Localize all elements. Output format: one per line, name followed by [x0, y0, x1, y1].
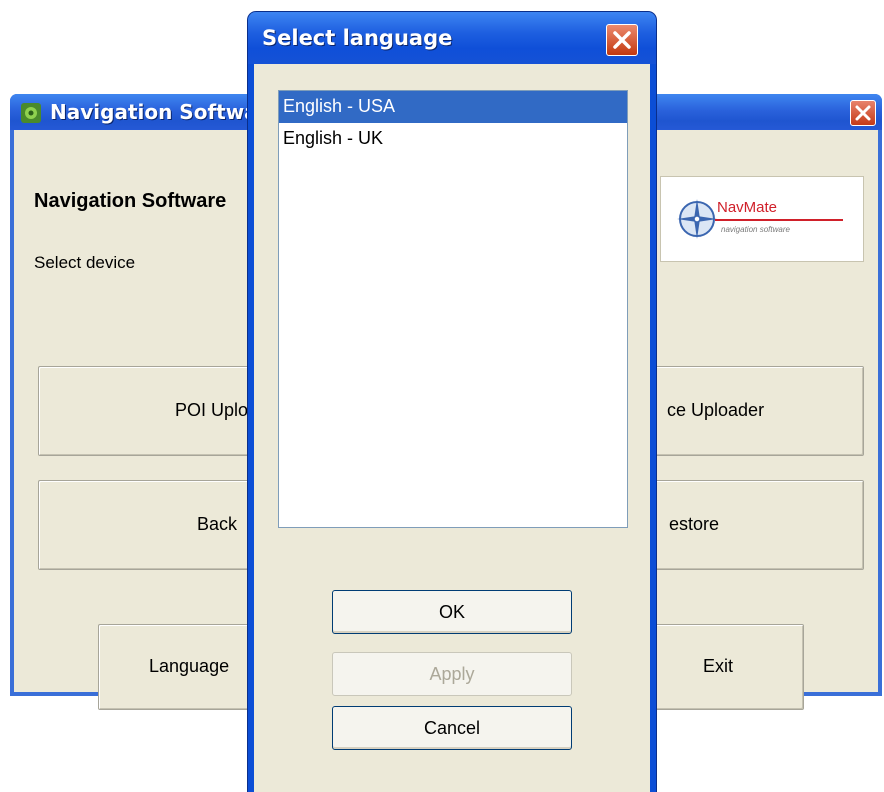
poi-uploader-label-left: POI Uplo — [175, 400, 249, 420]
main-window-title: Navigation Software — [50, 100, 282, 124]
exit-button-label: Exit — [703, 656, 734, 676]
poi-uploader-label-right: ce Uploader — [667, 400, 765, 420]
language-button-label: Language — [149, 656, 230, 676]
logo-tagline: navigation software — [721, 225, 790, 234]
restore-label-right: estore — [669, 514, 720, 534]
language-list[interactable]: English - USA English - UK — [278, 90, 628, 528]
dialog-client-area: English - USA English - UK OK Apply Canc… — [254, 64, 650, 792]
close-icon — [613, 31, 631, 49]
navmate-logo: NavMate navigation software — [660, 176, 864, 262]
ok-button[interactable]: OK — [332, 590, 572, 634]
app-heading: Navigation Software — [34, 190, 227, 212]
apply-button[interactable]: Apply — [332, 652, 572, 696]
language-option-english-uk[interactable]: English - UK — [279, 123, 627, 155]
cancel-button[interactable]: Cancel — [332, 706, 572, 750]
logo-name: NavMate — [717, 199, 778, 216]
close-icon — [855, 105, 871, 121]
app-icon — [21, 103, 41, 123]
logo-underline — [715, 219, 843, 221]
main-close-button[interactable] — [850, 100, 876, 126]
dialog-title: Select language — [262, 26, 453, 50]
backup-label-left: Back — [197, 514, 238, 534]
dialog-close-button[interactable] — [606, 24, 638, 56]
compass-logo-icon — [677, 199, 717, 239]
dialog-title-bar[interactable]: Select language — [248, 12, 656, 64]
language-option-english-usa[interactable]: English - USA — [279, 91, 627, 123]
select-language-dialog: Select language English - USA English - … — [248, 12, 656, 792]
select-device-label: Select device — [34, 253, 136, 272]
